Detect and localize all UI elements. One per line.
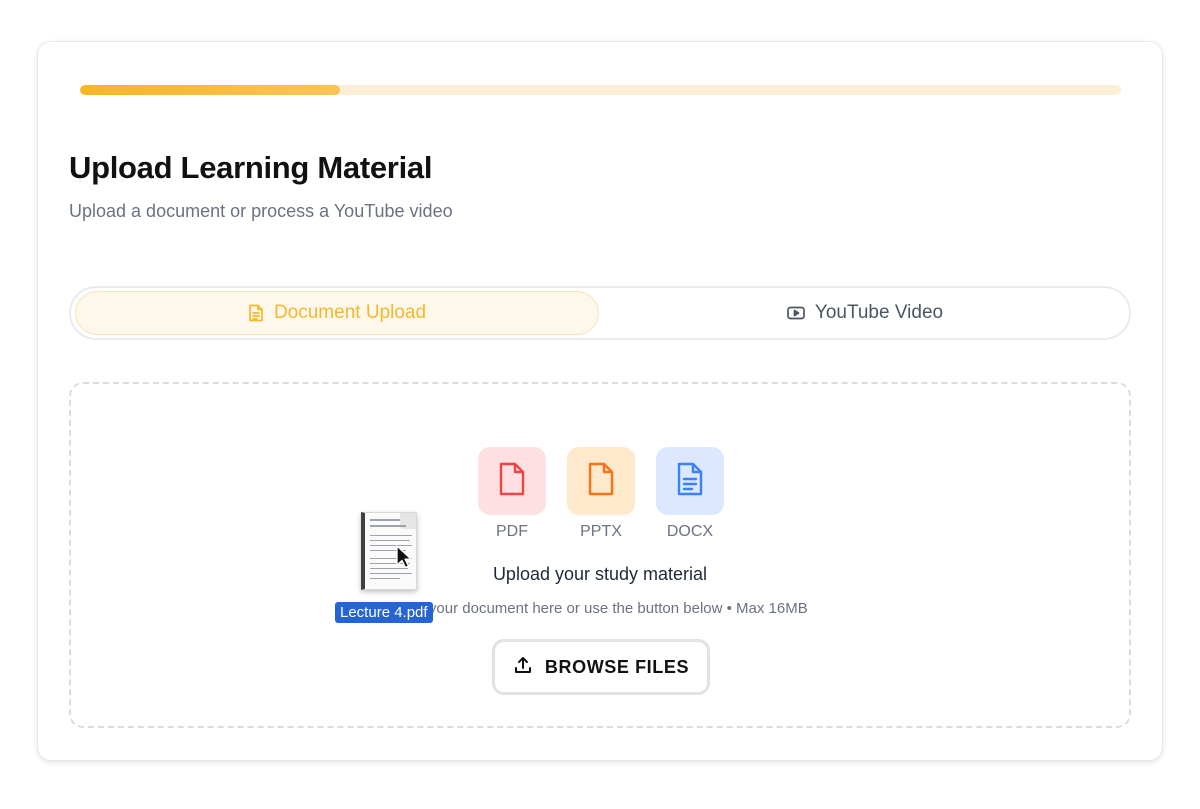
upload-card: Upload Learning Material Upload a docume… <box>37 41 1163 761</box>
docx-file-icon <box>676 462 704 501</box>
browse-files-label: BROWSE FILES <box>544 656 690 677</box>
progress-fill <box>80 85 341 95</box>
dragged-file[interactable]: Lecture 4.pdf <box>335 512 445 627</box>
file-type-pdf-label: PDF <box>496 523 528 540</box>
file-type-pptx: PPTX <box>567 447 635 541</box>
browse-files-button[interactable]: BROWSE FILES <box>492 639 710 695</box>
progress-bar <box>80 85 1121 95</box>
dragged-file-name: Lecture 4.pdf <box>335 602 433 623</box>
tab-document-upload[interactable]: Document Upload <box>75 291 599 335</box>
page-subtitle: Upload a document or process a YouTube v… <box>69 201 453 221</box>
file-type-pdf: PDF <box>478 447 546 541</box>
video-play-icon <box>787 306 805 320</box>
mouse-cursor-icon <box>396 545 412 574</box>
pptx-file-icon <box>587 462 615 501</box>
file-type-docx-label: DOCX <box>666 523 714 540</box>
file-type-docx: DOCX <box>656 447 724 541</box>
dropzone-hint: Drag your document here or use the butto… <box>392 600 808 617</box>
pdf-file-icon <box>498 462 526 501</box>
tab-document-upload-label: Document Upload <box>273 302 427 323</box>
file-dropzone[interactable]: PDF PPTX DOCX Upload your study material… <box>69 382 1131 728</box>
tab-youtube-video-label: YouTube Video <box>814 302 944 323</box>
upload-mode-tabs: Document Upload YouTube Video <box>69 286 1131 340</box>
upload-icon <box>513 655 533 680</box>
dropzone-heading: Upload your study material <box>492 564 708 584</box>
tab-youtube-video[interactable]: YouTube Video <box>601 291 1129 335</box>
document-icon <box>248 304 264 322</box>
page-title: Upload Learning Material <box>69 150 433 185</box>
file-type-pptx-label: PPTX <box>580 523 622 540</box>
